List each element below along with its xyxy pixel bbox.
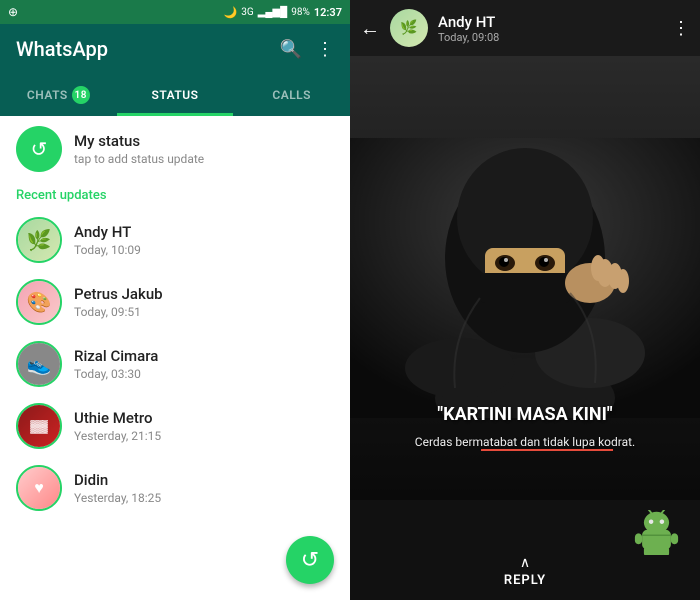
contact-avatar-andy: 🌿 xyxy=(16,217,62,263)
contact-name-andy: Andy HT xyxy=(74,223,334,241)
tab-chats-label: CHATS xyxy=(27,88,68,102)
network-label: 3G xyxy=(241,7,253,18)
tab-bar: CHATS 18 STATUS CALLS xyxy=(0,74,350,116)
fab-button[interactable]: ↺ xyxy=(286,536,334,584)
tab-status[interactable]: STATUS xyxy=(117,74,234,116)
woman-svg xyxy=(350,138,700,418)
chat-more-options-icon[interactable]: ⋮ xyxy=(672,18,690,39)
contact-avatar-petrus: 🎨 xyxy=(16,279,62,325)
top-bar: WhatsApp 🔍 ⋮ xyxy=(0,24,350,74)
contact-item-didin[interactable]: ♥ Didin Yesterday, 18:25 xyxy=(0,457,350,519)
text-overlay: "KARTINI MASA KINI" Cerdas bermatabat da… xyxy=(350,404,700,450)
refresh-icon: ↺ xyxy=(31,137,48,161)
chat-avatar-img: 🌿 xyxy=(390,9,428,47)
chat-image-area: "KARTINI MASA KINI" Cerdas bermatabat da… xyxy=(350,56,700,600)
contacts-list: 🌿 Andy HT Today, 10:09 🎨 Petrus Jakub To… xyxy=(0,209,350,519)
battery-label: 98% xyxy=(291,7,310,18)
contact-time-rizal: Today, 03:30 xyxy=(74,367,334,381)
my-status-sub: tap to add status update xyxy=(74,152,334,166)
my-status-avatar: ↺ xyxy=(16,126,62,172)
reply-chevron-icon: ∧ xyxy=(520,555,530,571)
right-panel: ← 🌿 Andy HT Today, 09:08 ⋮ xyxy=(350,0,700,600)
tab-calls[interactable]: CALLS xyxy=(233,74,350,116)
contact-item-uthie[interactable]: ▓▓ Uthie Metro Yesterday, 21:15 xyxy=(0,395,350,457)
avatar-img-uthie: ▓▓ xyxy=(18,405,60,447)
my-status-row[interactable]: ↺ My status tap to add status update xyxy=(0,116,350,182)
back-button[interactable]: ← xyxy=(360,16,380,41)
contact-avatar-rizal: 👟 xyxy=(16,341,62,387)
contact-avatar-didin: ♥ xyxy=(16,465,62,511)
status-bar-left: ⊕ xyxy=(8,5,18,19)
contact-name-rizal: Rizal Cimara xyxy=(74,347,334,365)
chat-contact-name: Andy HT xyxy=(438,13,662,31)
tab-status-label: STATUS xyxy=(152,88,199,102)
top-bar-icons: 🔍 ⋮ xyxy=(280,39,334,60)
more-options-icon[interactable]: ⋮ xyxy=(316,39,334,60)
avatar-img-petrus: 🎨 xyxy=(18,281,60,323)
app-title: WhatsApp xyxy=(16,37,108,61)
contact-name-didin: Didin xyxy=(74,471,334,489)
contact-time-andy: Today, 10:09 xyxy=(74,243,334,257)
contact-time-petrus: Today, 09:51 xyxy=(74,305,334,319)
contact-name-petrus: Petrus Jakub xyxy=(74,285,334,303)
reply-label[interactable]: REPLY xyxy=(504,573,546,588)
time-label: 12:37 xyxy=(314,6,342,19)
contact-avatar-uthie: ▓▓ xyxy=(16,403,62,449)
main-quote-text: "KARTINI MASA KINI" xyxy=(360,404,690,425)
contact-time-uthie: Yesterday, 21:15 xyxy=(74,429,334,443)
avatar-img-andy: 🌿 xyxy=(18,219,60,261)
whatsapp-status-icon: ⊕ xyxy=(8,5,18,19)
left-panel: ⊕ 🌙 3G ▂▄▆█ 98% 12:37 WhatsApp 🔍 ⋮ CHATS… xyxy=(0,0,350,600)
contact-info-rizal: Rizal Cimara Today, 03:30 xyxy=(74,347,334,381)
status-bar-right: 🌙 3G ▂▄▆█ 98% 12:37 xyxy=(224,6,342,19)
my-status-name: My status xyxy=(74,132,334,150)
tab-calls-label: CALLS xyxy=(272,88,311,102)
contact-info-uthie: Uthie Metro Yesterday, 21:15 xyxy=(74,409,334,443)
contact-item-petrus[interactable]: 🎨 Petrus Jakub Today, 09:51 xyxy=(0,271,350,333)
contact-info-petrus: Petrus Jakub Today, 09:51 xyxy=(74,285,334,319)
bottom-area: Smartphone Solution ∧ REPLY xyxy=(350,500,700,600)
fab-icon: ↺ xyxy=(301,548,319,573)
contact-info-andy: Andy HT Today, 10:09 xyxy=(74,223,334,257)
avatar-img-didin: ♥ xyxy=(18,467,60,509)
contact-time-didin: Yesterday, 18:25 xyxy=(74,491,334,505)
android-logo-svg: Smartphone Solution xyxy=(629,510,684,555)
chat-header-info: Andy HT Today, 09:08 xyxy=(438,13,662,44)
reply-section: ∧ REPLY xyxy=(504,555,546,588)
contact-name-uthie: Uthie Metro xyxy=(74,409,334,427)
recent-updates-label: Recent updates xyxy=(0,182,350,209)
signal-icon: ▂▄▆█ xyxy=(258,7,288,18)
moon-icon: 🌙 xyxy=(224,6,238,19)
avatar-img-rizal: 👟 xyxy=(18,343,60,385)
chats-badge: 18 xyxy=(72,86,90,104)
status-image: "KARTINI MASA KINI" Cerdas bermatabat da… xyxy=(350,56,700,500)
contact-item-andy[interactable]: 🌿 Andy HT Today, 10:09 xyxy=(0,209,350,271)
chat-contact-avatar: 🌿 xyxy=(390,9,428,47)
my-status-text: My status tap to add status update xyxy=(74,132,334,166)
sub-quote-text: Cerdas bermatabat dan tidak lupa kodrat. xyxy=(415,435,635,449)
chat-header: ← 🌿 Andy HT Today, 09:08 ⋮ xyxy=(350,0,700,56)
tab-chats[interactable]: CHATS 18 xyxy=(0,74,117,116)
search-icon[interactable]: 🔍 xyxy=(280,39,302,60)
status-bar: ⊕ 🌙 3G ▂▄▆█ 98% 12:37 xyxy=(0,0,350,24)
contacts-list-wrap: 🌿 Andy HT Today, 10:09 🎨 Petrus Jakub To… xyxy=(0,209,350,600)
chat-contact-time: Today, 09:08 xyxy=(438,31,662,44)
contact-info-didin: Didin Yesterday, 18:25 xyxy=(74,471,334,505)
contact-item-rizal[interactable]: 👟 Rizal Cimara Today, 03:30 xyxy=(0,333,350,395)
